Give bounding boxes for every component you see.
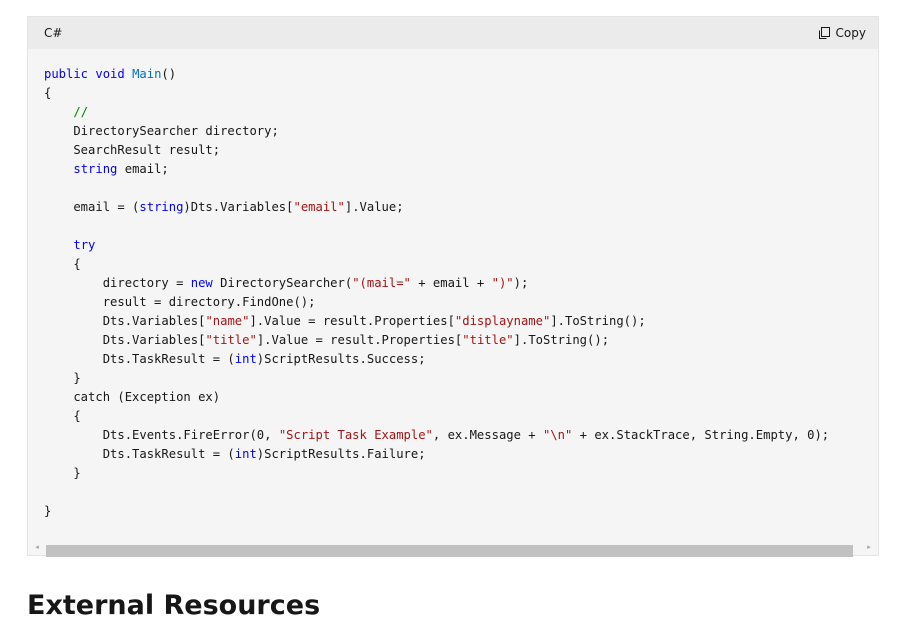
code-line: result = directory.FindOne(); (44, 295, 316, 309)
copy-button-label: Copy (835, 26, 866, 40)
code-token: try (73, 238, 96, 252)
code-token: ].Value; (344, 200, 404, 214)
code-token: , ex.Message + (432, 428, 543, 442)
code-line: // (44, 105, 88, 119)
code-token: ")" (491, 276, 514, 290)
code-token: )Dts.Variables[ (183, 200, 294, 214)
code-token: "\n" (542, 428, 573, 442)
code-line: try (44, 238, 95, 252)
code-token: DirectorySearcher( (212, 276, 353, 290)
code-token: string (73, 162, 118, 176)
code-line: SearchResult result; (44, 143, 220, 157)
code-token: Dts.Events.FireError(0, (44, 428, 279, 442)
code-token: "(mail=" (352, 276, 411, 290)
code-line: } (44, 466, 81, 480)
code-token: ].Value = result.Properties[ (249, 314, 455, 328)
code-token: result = directory.FindOne(); (44, 295, 316, 309)
code-token: // (73, 105, 89, 119)
code-line: Dts.Variables["title"].Value = result.Pr… (44, 333, 609, 347)
code-token: Main (132, 67, 162, 81)
code-token: ].ToString(); (550, 314, 646, 328)
code-token: { (44, 409, 81, 423)
code-token: int (234, 447, 257, 461)
code-token: "email" (293, 200, 345, 214)
code-line: { (44, 257, 81, 271)
code-line: Dts.Variables["name"].Value = result.Pro… (44, 314, 646, 328)
code-token: )ScriptResults.Success; (256, 352, 426, 366)
code-token: string (139, 200, 184, 214)
code-line: { (44, 86, 51, 100)
code-token: email; (117, 162, 169, 176)
code-token: email = ( (44, 200, 140, 214)
code-token: ].Value = result.Properties[ (256, 333, 463, 347)
code-token: } (44, 466, 81, 480)
copy-button[interactable]: Copy (817, 26, 866, 40)
code-line: catch (Exception ex) (44, 390, 220, 404)
code-language-label: C# (44, 26, 63, 40)
code-line: public void Main() (44, 67, 176, 81)
code-line: Dts.TaskResult = (int)ScriptResults.Fail… (44, 447, 426, 461)
code-token: ); (513, 276, 529, 290)
code-token: { (44, 86, 52, 100)
code-line: Dts.Events.FireError(0, "Script Task Exa… (44, 428, 829, 442)
code-line: string email; (44, 162, 169, 176)
code-line: email = (string)Dts.Variables["email"].V… (44, 200, 404, 214)
code-token: } (44, 504, 52, 518)
code-token: Dts.Variables[ (44, 333, 206, 347)
code-token: Dts.TaskResult = ( (44, 447, 235, 461)
code-area: public void Main() { // DirectorySearche… (28, 49, 878, 539)
code-line: directory = new DirectorySearcher("(mail… (44, 276, 529, 290)
section-heading: External Resources (27, 590, 321, 621)
code-line: } (44, 504, 51, 518)
scroll-left-arrow-icon[interactable]: ◂ (30, 539, 44, 555)
code-token: directory = (44, 276, 191, 290)
code-token: + ex.StackTrace, String.Empty, 0); (572, 428, 830, 442)
code-token: "title" (205, 333, 257, 347)
code-block: C# Copy public void Main() { // Director… (27, 16, 879, 557)
code-token: { (44, 257, 81, 271)
code-token: )ScriptResults.Failure; (256, 447, 426, 461)
scroll-thumb[interactable] (46, 545, 853, 557)
copy-icon (818, 27, 830, 39)
code-token: ].ToString(); (513, 333, 610, 347)
code-line: } (44, 371, 81, 385)
code-token: DirectorySearcher directory; (44, 124, 279, 138)
code-content: public void Main() { // DirectorySearche… (28, 49, 878, 521)
code-token: "title" (462, 333, 514, 347)
code-token: "displayname" (454, 314, 551, 328)
scroll-right-arrow-icon[interactable]: ▸ (862, 539, 876, 555)
code-token: Dts.Variables[ (44, 314, 206, 328)
code-token: public void (44, 67, 133, 81)
code-token: SearchResult result; (44, 143, 221, 157)
horizontal-scrollbar[interactable]: ◂ ▸ (28, 539, 878, 557)
code-token: "Script Task Example" (278, 428, 433, 442)
code-line: Dts.TaskResult = (int)ScriptResults.Succ… (44, 352, 426, 366)
code-token: () (161, 67, 177, 81)
code-line: DirectorySearcher directory; (44, 124, 279, 138)
code-token: new (190, 276, 213, 290)
code-header: C# Copy (28, 17, 878, 49)
code-token: Dts.TaskResult = ( (44, 352, 235, 366)
code-token: } (44, 371, 81, 385)
code-token: + email + (410, 276, 492, 290)
code-token: catch (Exception ex) (44, 390, 221, 404)
code-line: { (44, 409, 81, 423)
code-token: int (234, 352, 257, 366)
code-token: "name" (205, 314, 250, 328)
